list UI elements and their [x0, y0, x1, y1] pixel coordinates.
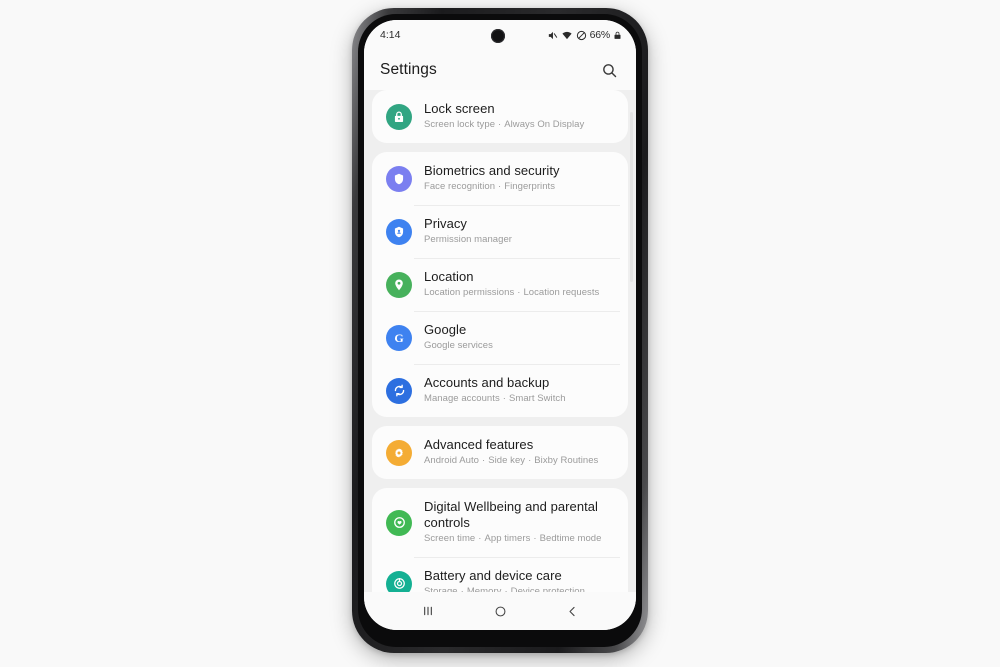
phone-screen: 4:14 66% Settings Lock screen Screen loc…: [364, 20, 636, 630]
list-item-subtitle: Android Auto · Side key · Bixby Routines: [424, 455, 599, 466]
back-icon[interactable]: [557, 596, 587, 626]
front-camera: [491, 29, 505, 43]
recents-icon[interactable]: [413, 596, 443, 626]
wifi-icon: [561, 30, 573, 41]
padlock-icon: [386, 103, 412, 130]
list-item-subtitle: Location permissions · Location requests: [424, 287, 600, 298]
list-item[interactable]: Lock screen Screen lock type · Always On D…: [372, 90, 628, 143]
home-icon[interactable]: [485, 596, 515, 626]
google-g-icon: G: [386, 324, 412, 351]
status-time: 4:14: [380, 29, 401, 41]
list-item-text: Biometrics and security Face recognition…: [424, 163, 560, 194]
list-item[interactable]: Advanced features Android Auto · Side key ·…: [372, 426, 628, 479]
list-item-title: Advanced features: [424, 437, 534, 452]
list-item-text: Privacy Permission manager: [424, 216, 512, 247]
list-item-title: Google: [424, 322, 467, 337]
list-item-title: Privacy: [424, 216, 467, 231]
device-care-icon: [386, 570, 412, 592]
search-icon[interactable]: [598, 59, 620, 81]
list-item-title: Location: [424, 269, 474, 284]
shield-icon: [386, 165, 412, 192]
screenshot-root: 4:14 66% Settings Lock screen Screen loc…: [0, 0, 1000, 667]
list-item-text: Battery and device care Storage · Memory · D…: [424, 568, 585, 592]
list-item[interactable]: Digital Wellbeing and parental controls …: [372, 488, 628, 557]
list-item-text: Advanced features Android Auto · Side key ·…: [424, 437, 598, 468]
mute-icon: [547, 30, 558, 41]
list-item[interactable]: Biometrics and security Face recognition…: [372, 152, 628, 205]
settings-section: Biometrics and security Face recognition…: [372, 152, 628, 417]
gear-icon: [386, 439, 412, 466]
list-item-subtitle: Permission manager: [424, 234, 513, 245]
list-item-text: Accounts and backup Manage accounts · Smar…: [424, 375, 566, 406]
list-item-title: Digital Wellbeing and parental controls: [424, 499, 598, 530]
list-item-subtitle: Manage accounts · Smart Switch: [424, 393, 566, 404]
list-item[interactable]: Accounts and backup Manage accounts · Smar…: [372, 364, 628, 417]
list-item-subtitle: Screen time · App timers · Bedtime mode: [424, 533, 602, 544]
page-title: Settings: [380, 61, 437, 78]
list-item[interactable]: Battery and device care Storage · Memory · D…: [372, 557, 628, 592]
settings-list[interactable]: Lock screen Screen lock type · Always On D…: [364, 90, 636, 592]
list-item-text: Google Google services: [424, 322, 493, 353]
settings-section: Advanced features Android Auto · Side key ·…: [372, 426, 628, 479]
list-item-title: Accounts and backup: [424, 375, 550, 390]
list-item-subtitle: Face recognition · Fingerprints: [424, 181, 556, 192]
list-item[interactable]: Privacy Permission manager: [372, 205, 628, 258]
lock-icon: [613, 30, 622, 41]
list-item-subtitle: Google services: [424, 340, 493, 351]
do-not-disturb-icon: [576, 30, 587, 41]
location-pin-icon: [386, 271, 412, 298]
list-item-subtitle: Storage · Memory · Device protection: [424, 586, 585, 592]
settings-section: Lock screen Screen lock type · Always On D…: [372, 90, 628, 143]
list-item-text: Digital Wellbeing and parental controls …: [424, 499, 601, 546]
list-item[interactable]: G Google Google services: [372, 311, 628, 364]
status-icons: 66%: [547, 29, 622, 41]
list-item-title: Biometrics and security: [424, 163, 560, 178]
scrollbar[interactable]: [630, 112, 633, 282]
navigation-bar: [364, 592, 636, 630]
list-item-text: Lock screen Screen lock type · Always On D…: [424, 101, 584, 132]
svg-text:G: G: [394, 331, 403, 345]
privacy-shield-icon: [386, 218, 412, 245]
list-item-text: Location Location permissions · Location r…: [424, 269, 599, 300]
list-item-title: Battery and device care: [424, 568, 562, 583]
list-item-subtitle: Screen lock type · Always On Display: [424, 119, 585, 130]
app-bar: Settings: [364, 50, 636, 90]
list-item-title: Lock screen: [424, 101, 495, 116]
sync-icon: [386, 377, 412, 404]
wellbeing-icon: [386, 509, 412, 536]
list-item[interactable]: Location Location permissions · Location r…: [372, 258, 628, 311]
settings-section: Digital Wellbeing and parental controls …: [372, 488, 628, 592]
battery-percent: 66%: [589, 29, 611, 41]
